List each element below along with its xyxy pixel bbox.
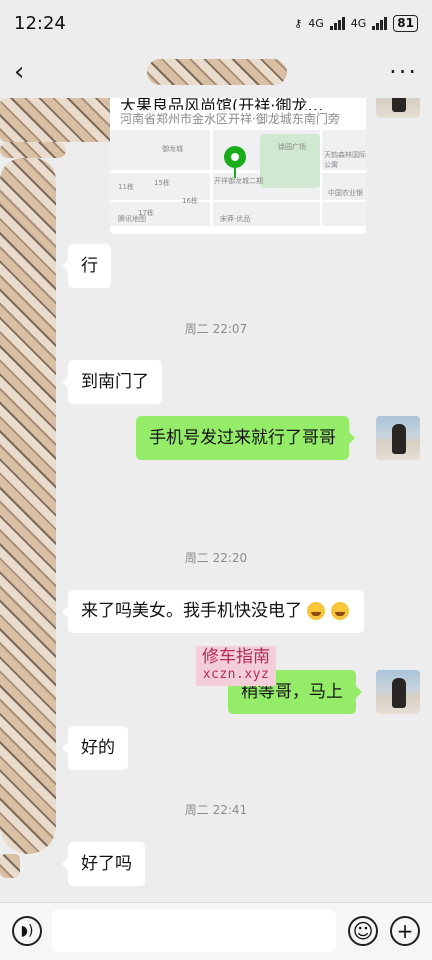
status-icons: ⚷ 4G 4G 81 (294, 14, 418, 32)
message-list[interactable]: 大果良品风尚馆(开祥·御龙… 河南省郑州市金水区开祥·御龙城东南门旁 御龙城 1… (0, 98, 432, 902)
map-label: 腾讯地图 (118, 215, 146, 223)
message-in[interactable]: 到南门了 (62, 360, 162, 404)
watermark: 修车指南 xczn.xyz (196, 646, 276, 686)
my-avatar[interactable] (376, 670, 420, 714)
message-in[interactable]: 好了吗 (62, 842, 145, 886)
map-label: 11栋 (118, 183, 134, 191)
emoji-button[interactable]: ☺ (348, 916, 378, 946)
map-label: 中国农业银 (328, 189, 363, 197)
signal-icon-2 (372, 16, 388, 30)
location-message[interactable]: 大果良品风尚馆(开祥·御龙… 河南省郑州市金水区开祥·御龙城东南门旁 御龙城 1… (110, 98, 366, 234)
location-title: 大果良品风尚馆(开祥·御龙… (120, 98, 324, 110)
input-bar: ◗) ☺ + (0, 902, 432, 960)
emoji-icon: ☺ (352, 919, 374, 943)
message-input[interactable] (52, 910, 336, 952)
laughing-emoji-icon (307, 602, 326, 620)
map-label: 宋莽·优品 (220, 215, 251, 223)
message-text: 来了吗美女。我手机快没电了 (81, 601, 302, 621)
map-label: 天韵森林国际公寓 (324, 151, 366, 169)
my-avatar[interactable] (376, 416, 420, 460)
message-out[interactable]: 手机号发过来就行了哥哥 (136, 416, 355, 460)
signal-icon (329, 16, 345, 30)
location-address: 河南省郑州市金水区开祥·御龙城东南门旁 (120, 112, 340, 126)
chat-header: ‹ ··· (0, 46, 432, 98)
map-label: 16栋 (182, 197, 198, 205)
map-label: 15栋 (154, 179, 170, 187)
contact-name-redacted (146, 59, 287, 85)
timestamp: 周二 22:41 (184, 803, 248, 817)
plus-button[interactable]: + (390, 916, 420, 946)
timestamp: 周二 22:07 (184, 322, 248, 336)
network-label-2: 4G (350, 16, 367, 30)
location-map: 御龙城 15栋 11栋 16栋 17栋 开祥御龙城二期 徐园广场 天韵森林国际公… (110, 130, 366, 226)
redacted-avatar-column (0, 158, 56, 854)
battery-indicator: 81 (393, 14, 418, 32)
status-time: 12:24 (14, 12, 66, 34)
key-icon: ⚷ (294, 16, 303, 30)
message-in[interactable]: 来了吗美女。我手机快没电了 (62, 590, 364, 633)
watermark-line-1: 修车指南 (202, 647, 270, 667)
redacted-message-tail (0, 142, 66, 158)
message-in[interactable]: 行 (62, 244, 111, 288)
message-in[interactable]: 好的 (62, 726, 128, 770)
map-label: 徐园广场 (278, 143, 306, 151)
voice-button[interactable]: ◗) (12, 916, 42, 946)
network-label-1: 4G (308, 16, 324, 30)
map-label: 御龙城 (162, 145, 183, 153)
more-button[interactable]: ··· (389, 58, 418, 86)
map-label: 开祥御龙城二期 (214, 177, 263, 185)
timestamp: 周二 22:20 (184, 551, 248, 565)
laughing-emoji-icon (330, 602, 349, 620)
voice-icon: ◗) (20, 923, 34, 939)
status-bar: 12:24 ⚷ 4G 4G 81 (0, 0, 432, 46)
back-button[interactable]: ‹ (14, 57, 44, 87)
my-avatar[interactable] (376, 98, 420, 118)
location-pin-icon (224, 146, 246, 168)
redacted-arm (0, 854, 20, 878)
watermark-line-2: xczn.xyz (202, 667, 270, 682)
location-pin-stick (234, 166, 236, 178)
